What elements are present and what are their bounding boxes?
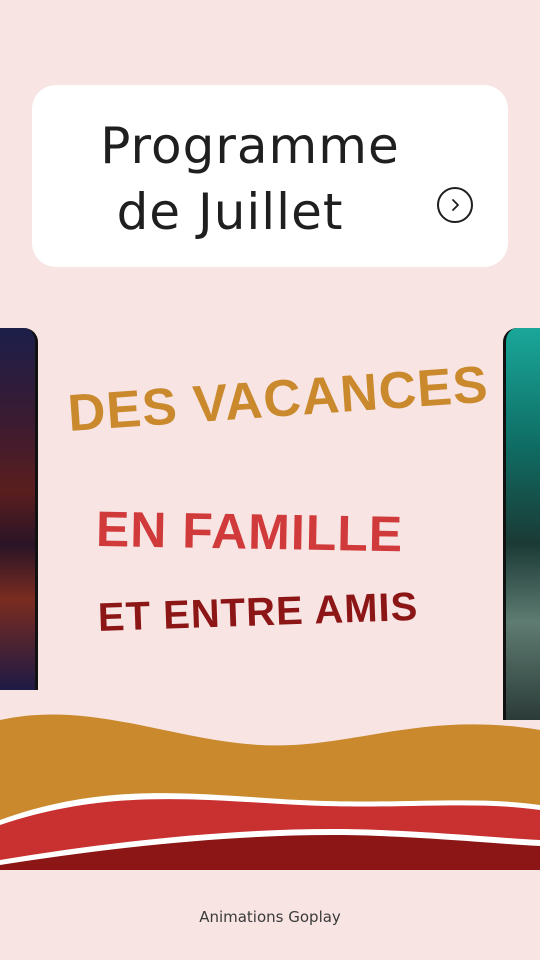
next-button[interactable] (437, 187, 473, 223)
tagline-line-2: EN FAMILLE (95, 501, 404, 563)
chevron-right-icon (452, 199, 459, 211)
title-line-1: Programme (100, 117, 400, 175)
previous-slide-thumbnail[interactable] (0, 328, 38, 690)
title-card: Programme de Juillet (32, 85, 508, 267)
next-slide-thumbnail[interactable] (503, 328, 540, 720)
title-line-2: de Juillet (116, 183, 344, 241)
footer-credit: Animations Goplay (199, 908, 341, 926)
tagline-line-1: DES VACANCES (65, 355, 491, 443)
decorative-waves (0, 714, 540, 870)
tagline-line-3: ET ENTRE AMIS (97, 584, 419, 640)
